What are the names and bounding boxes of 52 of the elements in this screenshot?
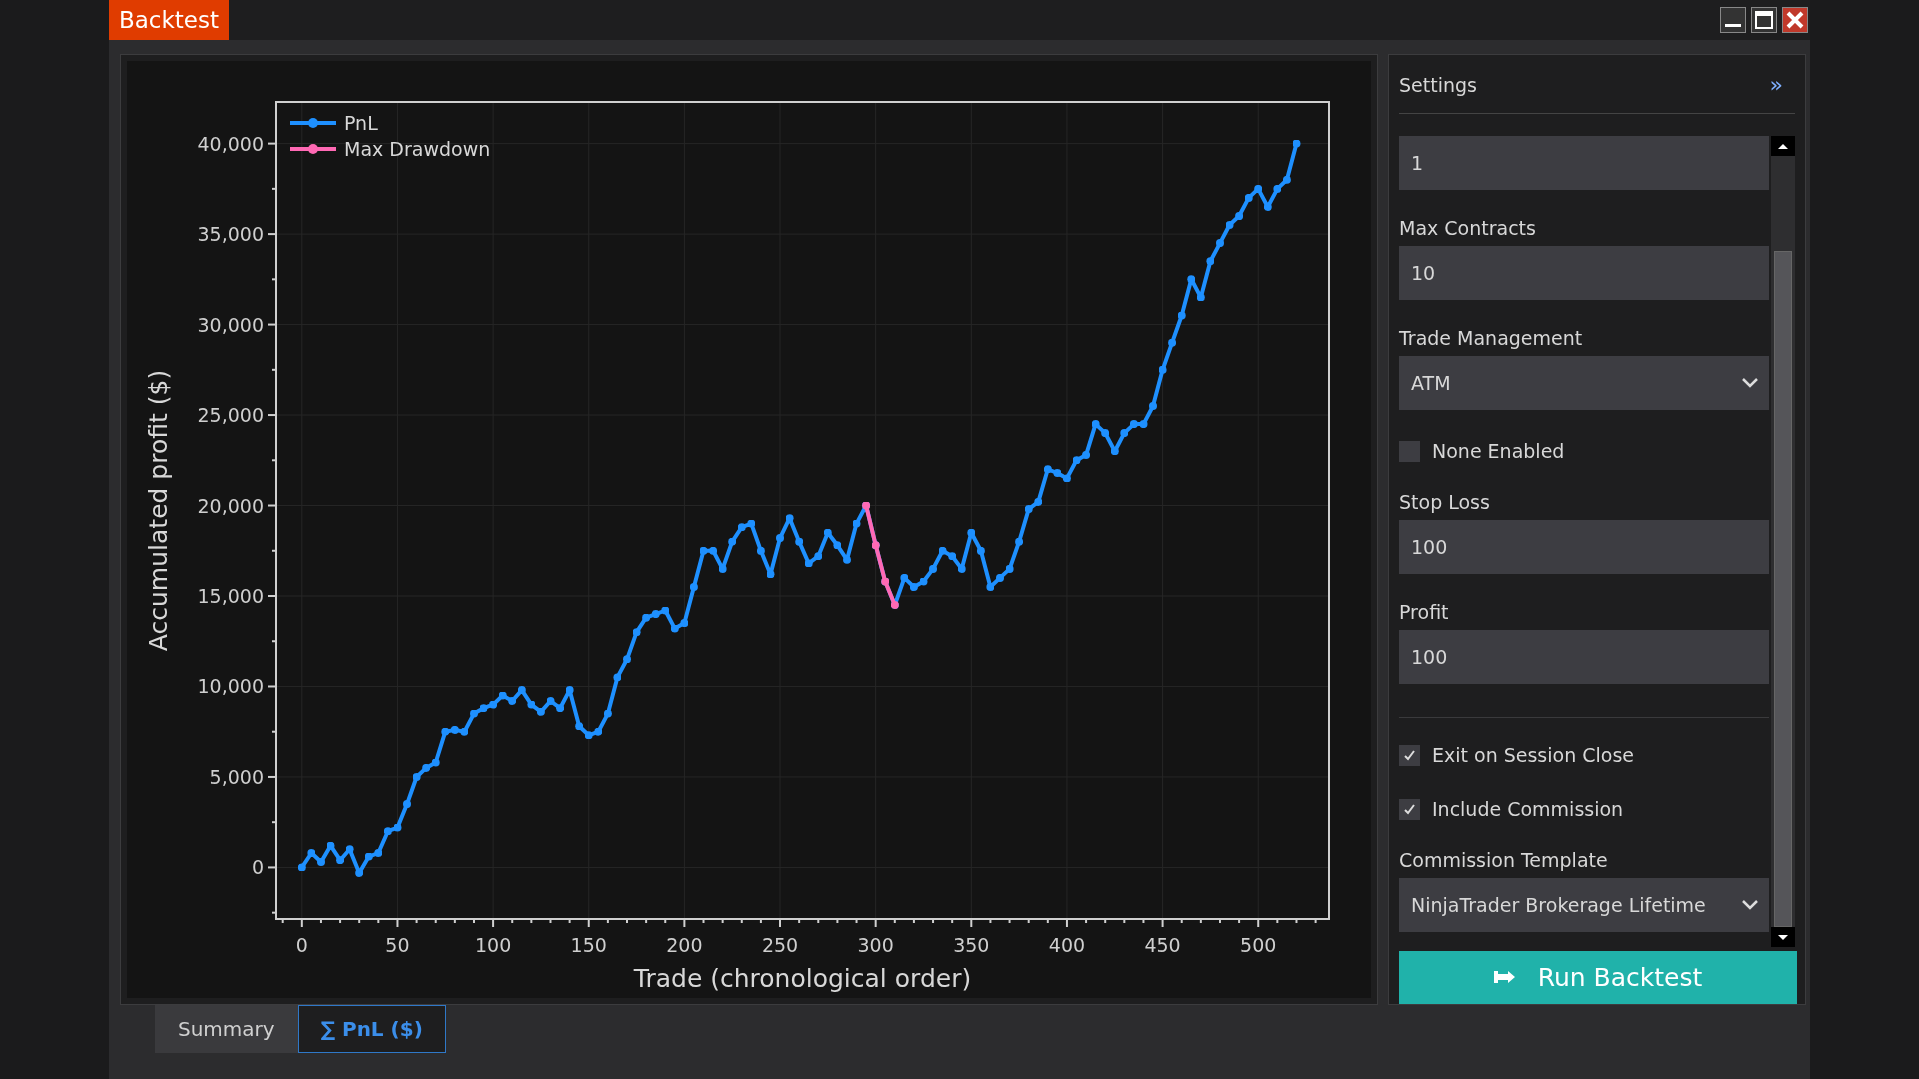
chevron-down-icon	[1741, 377, 1759, 390]
legend-label: Max Drawdown	[344, 138, 491, 160]
scroll-up-icon[interactable]	[1771, 136, 1795, 157]
minimize-icon[interactable]	[1720, 7, 1746, 33]
dropdown[interactable]: NinjaTrader Brokerage Lifetime	[1399, 878, 1769, 933]
input-field[interactable]: 100	[1399, 630, 1769, 685]
dropdown[interactable]: ATM	[1399, 356, 1769, 411]
tick-label: 450	[1144, 934, 1181, 956]
tick-label: 300	[857, 934, 894, 956]
tab[interactable]: Summary	[155, 1005, 298, 1053]
scrollbar-thumb[interactable]	[1774, 251, 1792, 927]
tick-label: 350	[953, 934, 990, 956]
close-icon[interactable]	[1782, 7, 1808, 33]
tick-label: 40,000	[197, 132, 264, 155]
tick-label: 100	[474, 934, 512, 956]
collapse-toggle[interactable]: »	[1769, 72, 1795, 98]
axis-title: Accumulated profit ($)	[144, 369, 173, 652]
window-title: Backtest	[109, 0, 229, 40]
tab[interactable]: ∑ PnL ($)	[297, 1005, 446, 1053]
tick-label: 0	[295, 934, 308, 956]
axis-title: Trade (chronological order)	[633, 964, 972, 993]
tick-label: 500	[1240, 934, 1277, 956]
tick-label: 150	[570, 934, 607, 956]
tick-label: 30,000	[197, 313, 264, 336]
checkbox-label: None Enabled	[1432, 440, 1565, 463]
tick-label: 10,000	[197, 675, 264, 698]
chevron-down-icon	[1741, 899, 1759, 912]
checkbox-label: Exit on Session Close	[1432, 744, 1634, 767]
tick-label: 0	[251, 856, 264, 879]
tick-label: 25,000	[197, 404, 264, 427]
field-label: Stop Loss	[1399, 491, 1491, 514]
tick-label: 50	[385, 934, 410, 956]
checkbox-label: Include Commission	[1432, 798, 1624, 821]
maximize-icon[interactable]	[1751, 7, 1777, 33]
legend-label: PnL	[344, 112, 378, 134]
field-label: Trade Management	[1399, 327, 1584, 350]
field-label: Commission Template	[1399, 849, 1609, 872]
input-field[interactable]: 1	[1399, 136, 1769, 191]
panel-title: Settings	[1399, 73, 1477, 96]
field-label: Max Contracts	[1399, 217, 1537, 240]
field-label: Profit	[1399, 601, 1450, 624]
tick-label: 15,000	[197, 585, 264, 607]
arrow-icon	[1493, 970, 1516, 985]
tick-label: 35,000	[197, 223, 264, 246]
tick-label: 20,000	[197, 494, 264, 517]
input-field[interactable]: 100	[1399, 520, 1769, 575]
tick-label: 400	[1048, 934, 1086, 956]
input-field[interactable]: 10	[1399, 246, 1769, 301]
tick-label: 250	[761, 934, 799, 956]
tick-label: 200	[666, 934, 703, 956]
tick-label: 5,000	[209, 765, 264, 788]
scroll-down-icon[interactable]	[1771, 926, 1795, 947]
